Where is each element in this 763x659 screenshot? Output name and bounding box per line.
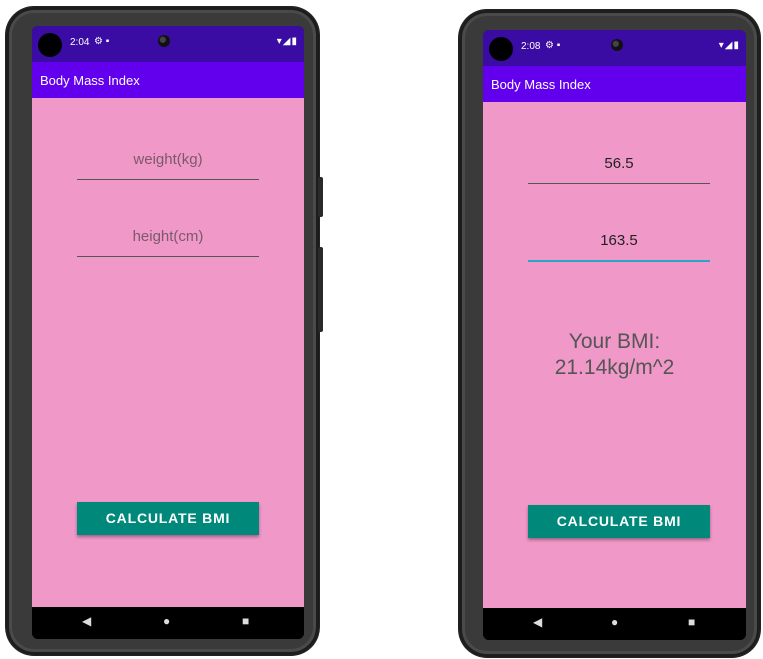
navigation-bar: ◀ ● ■: [483, 608, 746, 640]
height-input[interactable]: [77, 216, 259, 257]
status-bar: 2:08 ⚙ ▪ ▾◢▮: [483, 30, 746, 66]
calculate-bmi-button[interactable]: CALCULATE BMI: [77, 502, 259, 535]
front-camera-icon: [38, 33, 62, 57]
calculate-bmi-button[interactable]: CALCULATE BMI: [528, 505, 710, 538]
bmi-result-label: Your BMI:: [568, 330, 661, 353]
app-title: Body Mass Index: [491, 77, 591, 92]
system-status-icons: ▾◢▮: [718, 40, 740, 51]
status-bar: 2:04 ⚙ ▪ ▾◢▮: [32, 26, 304, 62]
system-status-icons: ▾◢▮: [276, 36, 298, 47]
recents-icon[interactable]: ■: [242, 614, 249, 628]
notification-icons: ⚙ ▪: [545, 40, 561, 51]
notification-icons: ⚙ ▪: [94, 36, 110, 47]
back-icon[interactable]: ◀: [82, 614, 91, 628]
screen-right: 2:08 ⚙ ▪ ▾◢▮ Body Mass Index Your BMI: 2…: [483, 30, 746, 640]
status-time: 2:08: [521, 41, 541, 52]
app-bar: Body Mass Index: [32, 62, 304, 98]
main-content: CALCULATE BMI: [32, 98, 304, 607]
front-camera-icon: [489, 37, 513, 61]
status-time: 2:04: [70, 37, 90, 48]
camera-dot-icon: [611, 39, 623, 51]
power-button: [318, 177, 323, 217]
recents-icon[interactable]: ■: [688, 615, 695, 629]
main-content: Your BMI: 21.14kg/m^2 CALCULATE BMI: [483, 102, 746, 608]
screen-left: 2:04 ⚙ ▪ ▾◢▮ Body Mass Index CALCULATE B…: [32, 26, 304, 639]
height-input[interactable]: [528, 220, 710, 262]
navigation-bar: ◀ ● ■: [32, 607, 304, 639]
phone-left: 2:04 ⚙ ▪ ▾◢▮ Body Mass Index CALCULATE B…: [6, 7, 323, 655]
home-icon[interactable]: ●: [163, 614, 170, 628]
app-bar: Body Mass Index: [483, 66, 746, 102]
app-title: Body Mass Index: [40, 73, 140, 88]
home-icon[interactable]: ●: [611, 615, 618, 629]
weight-input[interactable]: [528, 143, 710, 184]
phone-right: 2:08 ⚙ ▪ ▾◢▮ Body Mass Index Your BMI: 2…: [459, 10, 760, 657]
back-icon[interactable]: ◀: [533, 615, 542, 629]
volume-button: [318, 247, 323, 332]
camera-dot-icon: [158, 35, 170, 47]
weight-input[interactable]: [77, 139, 259, 180]
bmi-result-value: 21.14kg/m^2: [554, 356, 675, 379]
